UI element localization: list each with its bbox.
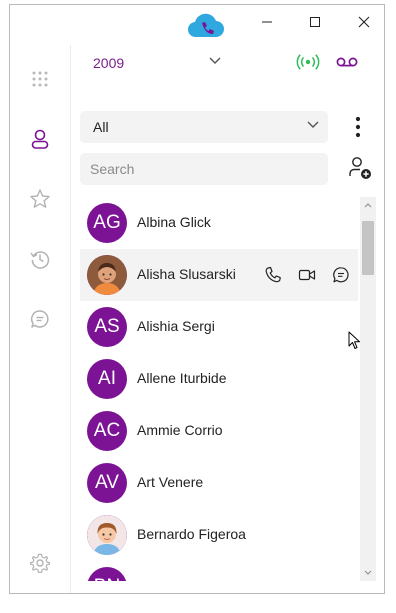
scrollbar[interactable] bbox=[360, 197, 376, 581]
search-input[interactable] bbox=[80, 153, 328, 185]
contact-name: Allene Iturbide bbox=[137, 370, 227, 386]
chat-icon bbox=[30, 310, 49, 328]
avatar: BN bbox=[87, 567, 127, 581]
chevron-down-icon bbox=[364, 570, 372, 575]
app-window: 2009 All Search AG Albina Glick Alisha S… bbox=[9, 4, 385, 594]
extension-number[interactable]: 2009 bbox=[93, 55, 124, 71]
mouse-pointer-icon bbox=[348, 331, 360, 349]
message-button[interactable] bbox=[330, 264, 352, 286]
avatar: AC bbox=[87, 411, 127, 451]
contact-name: Art Venere bbox=[137, 474, 204, 490]
avatar: AV bbox=[87, 463, 127, 503]
dialpad-button[interactable] bbox=[28, 67, 52, 91]
gear-icon bbox=[29, 553, 51, 573]
filter-selected-value: All bbox=[93, 119, 109, 135]
add-contact-icon[interactable] bbox=[347, 155, 373, 181]
voicemail-icon[interactable] bbox=[336, 55, 358, 69]
maximize-icon bbox=[310, 17, 320, 27]
more-options-button[interactable] bbox=[348, 111, 368, 143]
main-panel: 2009 All Search AG Albina Glick Alisha S… bbox=[71, 45, 384, 593]
dialpad-icon bbox=[32, 71, 48, 87]
avatar: AG bbox=[87, 203, 127, 243]
close-icon bbox=[358, 16, 370, 28]
scroll-up-button[interactable] bbox=[360, 197, 376, 213]
contact-name: Bernardo Figeroa bbox=[137, 526, 246, 542]
minimize-button[interactable] bbox=[253, 11, 281, 33]
contact-row[interactable]: AS Alishia Sergi bbox=[80, 301, 358, 353]
contact-row[interactable]: AG Albina Glick bbox=[80, 197, 358, 249]
avatar: AS bbox=[87, 307, 127, 347]
phone-icon bbox=[265, 266, 281, 283]
contact-row[interactable]: AC Ammie Corrio bbox=[80, 405, 358, 457]
title-bar bbox=[10, 5, 384, 45]
history-button[interactable] bbox=[28, 247, 52, 271]
contact-photo bbox=[87, 515, 127, 555]
maximize-button[interactable] bbox=[301, 11, 329, 33]
avatar: AI bbox=[87, 359, 127, 399]
chat-icon bbox=[333, 267, 349, 283]
kebab-menu-icon bbox=[355, 116, 361, 138]
star-icon bbox=[30, 189, 50, 208]
side-rail bbox=[10, 45, 71, 593]
contact-row[interactable]: AV Art Venere bbox=[80, 457, 358, 509]
avatar bbox=[87, 515, 127, 555]
favorites-button[interactable] bbox=[28, 187, 52, 211]
chevron-down-icon[interactable] bbox=[208, 56, 222, 66]
call-button[interactable] bbox=[262, 264, 284, 286]
chevron-up-icon bbox=[364, 203, 372, 208]
contact-row[interactable]: Bernardo Figeroa bbox=[80, 509, 358, 561]
contact-photo bbox=[87, 255, 127, 295]
close-button[interactable] bbox=[350, 11, 378, 33]
contact-name: Ammie Corrio bbox=[137, 422, 223, 438]
contacts-icon bbox=[31, 129, 49, 149]
minimize-icon bbox=[262, 21, 272, 23]
contact-row[interactable]: Alisha Slusarski bbox=[80, 249, 358, 301]
contact-filter-select[interactable]: All bbox=[80, 111, 328, 143]
contact-row[interactable]: BN bbox=[80, 561, 358, 581]
video-call-button[interactable] bbox=[296, 264, 318, 286]
chat-button[interactable] bbox=[28, 307, 52, 331]
contact-list: AG Albina Glick Alisha Slusarski AS Alishia … bbox=[80, 197, 358, 581]
history-icon bbox=[30, 251, 50, 269]
chevron-down-icon bbox=[307, 121, 319, 128]
app-logo bbox=[187, 13, 224, 38]
scroll-down-button[interactable] bbox=[360, 565, 376, 581]
avatar bbox=[87, 255, 127, 295]
connection-status-icon[interactable] bbox=[296, 53, 320, 71]
settings-button[interactable] bbox=[28, 551, 52, 575]
video-camera-icon bbox=[298, 269, 316, 281]
contact-name: Alishia Sergi bbox=[137, 318, 215, 334]
contact-name: Alisha Slusarski bbox=[137, 266, 236, 282]
scrollbar-thumb[interactable] bbox=[362, 221, 374, 275]
contacts-button[interactable] bbox=[28, 127, 52, 151]
contact-row[interactable]: AI Allene Iturbide bbox=[80, 353, 358, 405]
contact-name: Albina Glick bbox=[137, 214, 211, 230]
